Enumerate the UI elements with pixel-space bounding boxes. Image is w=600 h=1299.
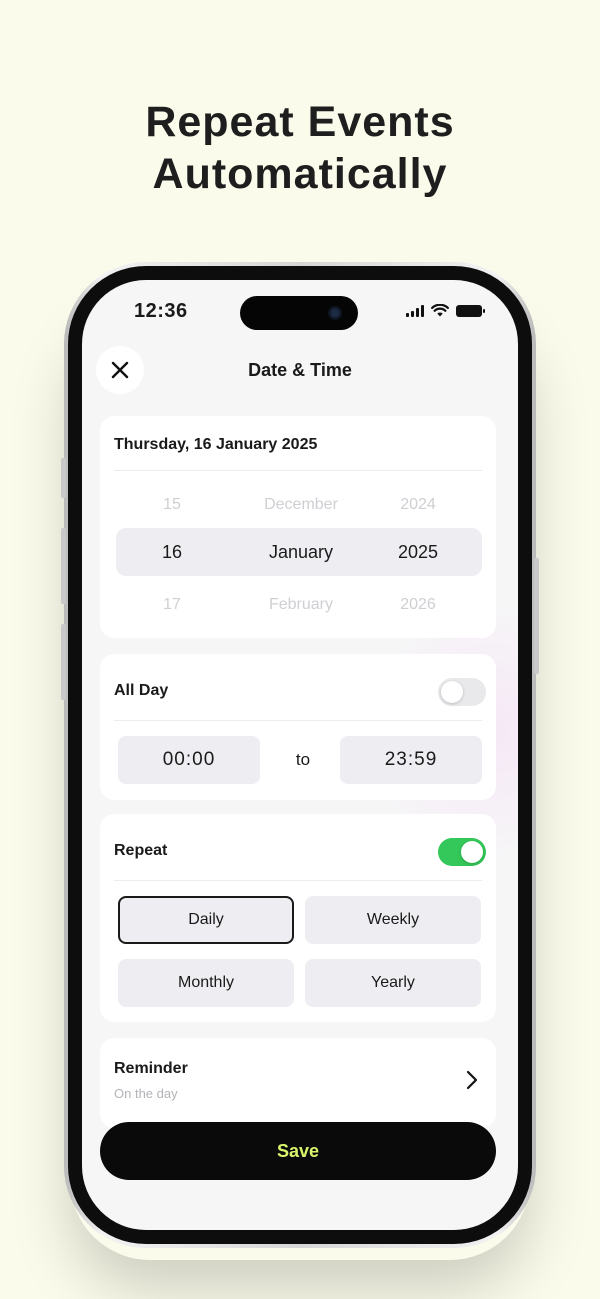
end-time-field[interactable]: 23:59 xyxy=(340,736,482,784)
volume-down-button xyxy=(61,624,66,700)
picker-year-next[interactable]: 2026 xyxy=(368,596,468,614)
battery-icon xyxy=(456,304,485,317)
save-button[interactable]: Save xyxy=(100,1122,496,1180)
picker-month-current[interactable]: January xyxy=(226,542,376,563)
phone-frame: 12:36 Date & Time Thursday, 16 January 2… xyxy=(61,262,539,1248)
repeat-card: Repeat Daily Weekly Monthly Yearly xyxy=(100,814,496,1022)
phone-bezel: 12:36 Date & Time Thursday, 16 January 2… xyxy=(68,266,532,1244)
toggle-knob xyxy=(441,681,463,703)
status-time: 12:36 xyxy=(134,300,188,322)
all-day-card: All Day 00:00 to 23:59 xyxy=(100,654,496,800)
headline: Repeat Events Automatically xyxy=(0,96,600,200)
status-icons xyxy=(406,304,485,317)
wifi-icon xyxy=(431,304,449,317)
reminder-title: Reminder xyxy=(114,1060,188,1077)
repeat-option-monthly[interactable]: Monthly xyxy=(118,959,294,1007)
toggle-knob xyxy=(461,841,483,863)
repeat-option-weekly[interactable]: Weekly xyxy=(305,896,481,944)
picker-month-prev[interactable]: December xyxy=(226,496,376,514)
time-separator: to xyxy=(295,750,311,769)
selected-date: Thursday, 16 January 2025 xyxy=(114,436,318,453)
chevron-right-icon xyxy=(466,1070,478,1090)
picker-year-prev[interactable]: 2024 xyxy=(368,496,468,514)
headline-line-1: Repeat Events xyxy=(145,98,455,146)
picker-day-prev[interactable]: 15 xyxy=(142,496,202,514)
start-time-field[interactable]: 00:00 xyxy=(118,736,260,784)
camera-icon xyxy=(328,306,342,320)
divider xyxy=(114,720,482,721)
side-button xyxy=(61,458,66,498)
power-button xyxy=(534,558,539,674)
repeat-option-daily[interactable]: Daily xyxy=(118,896,294,944)
picker-row-prev[interactable]: 15 December 2024 xyxy=(100,496,496,520)
all-day-toggle[interactable] xyxy=(438,678,486,706)
reminder-value: On the day xyxy=(114,1086,178,1101)
date-card: Thursday, 16 January 2025 15 December 20… xyxy=(100,416,496,638)
picker-day-current[interactable]: 16 xyxy=(142,542,202,563)
picker-row-current[interactable]: 16 January 2025 xyxy=(100,542,496,566)
page-title: Date & Time xyxy=(248,360,352,380)
picker-month-next[interactable]: February xyxy=(226,596,376,614)
volume-up-button xyxy=(61,528,66,604)
repeat-label: Repeat xyxy=(114,842,168,859)
divider xyxy=(114,880,482,881)
headline-line-2: Automatically xyxy=(152,150,448,198)
reminder-row[interactable]: Reminder On the day xyxy=(100,1038,496,1128)
repeat-toggle[interactable] xyxy=(438,838,486,866)
repeat-option-yearly[interactable]: Yearly xyxy=(305,959,481,1007)
picker-day-next[interactable]: 17 xyxy=(142,596,202,614)
phone-screen: 12:36 Date & Time Thursday, 16 January 2… xyxy=(82,280,518,1230)
cellular-signal-icon xyxy=(406,304,424,317)
dynamic-island xyxy=(240,296,358,330)
picker-year-current[interactable]: 2025 xyxy=(368,542,468,563)
picker-row-next[interactable]: 17 February 2026 xyxy=(100,596,496,620)
divider xyxy=(114,470,482,471)
all-day-label: All Day xyxy=(114,682,169,699)
